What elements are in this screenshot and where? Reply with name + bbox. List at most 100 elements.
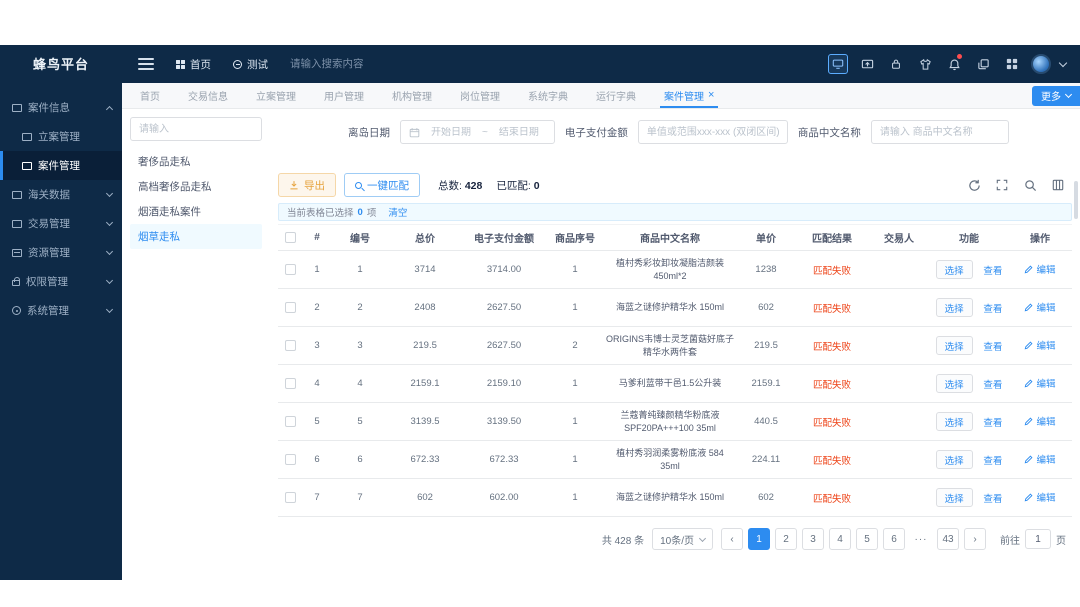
view-link[interactable]: 查看 xyxy=(983,301,1002,315)
page-button[interactable]: 1 xyxy=(748,528,770,550)
select-button[interactable]: 选择 xyxy=(935,488,973,507)
edit-link[interactable]: 编辑 xyxy=(1024,376,1056,390)
page-button[interactable]: 4 xyxy=(829,528,851,550)
theme-shirt-icon[interactable] xyxy=(915,54,935,74)
cell-total-price: 672.33 xyxy=(410,454,440,465)
sidebar-item[interactable]: 海关数据 xyxy=(0,180,122,209)
tab[interactable]: 系统字典 × xyxy=(514,83,582,108)
nav-test[interactable]: 测试 xyxy=(233,57,268,72)
page-button[interactable]: 5 xyxy=(856,528,878,550)
sidebar-item[interactable]: 立案管理 xyxy=(0,122,122,151)
column-settings-button[interactable] xyxy=(1050,177,1066,193)
category-item[interactable]: 烟酒走私案件 xyxy=(130,199,262,224)
chevron-down-icon[interactable] xyxy=(1058,58,1068,67)
view-link[interactable]: 查看 xyxy=(983,339,1002,353)
select-button[interactable]: 选择 xyxy=(935,260,973,279)
select-button[interactable]: 选择 xyxy=(935,336,973,355)
tab[interactable]: 岗位管理 × xyxy=(446,83,514,108)
export-button[interactable]: 导出 xyxy=(278,173,336,197)
edit-link[interactable]: 编辑 xyxy=(1024,300,1056,314)
view-link[interactable]: 查看 xyxy=(983,453,1002,467)
sidebar-item[interactable]: 案件管理 xyxy=(0,151,122,180)
row-checkbox[interactable] xyxy=(284,415,296,427)
row-checkbox[interactable] xyxy=(284,339,296,351)
pay-amount-input[interactable] xyxy=(637,120,788,144)
sidebar-item[interactable]: 系统管理 xyxy=(0,296,122,325)
page-button[interactable]: 3 xyxy=(802,528,824,550)
tab[interactable]: 案件管理 × xyxy=(650,83,728,108)
row-checkbox[interactable] xyxy=(284,377,296,389)
category-item[interactable]: 烟草走私 xyxy=(130,224,262,249)
tab[interactable]: 机构管理 × xyxy=(378,83,446,108)
product-name-input[interactable] xyxy=(870,120,1009,144)
end-date-input[interactable] xyxy=(491,126,546,138)
tab[interactable]: 用户管理 × xyxy=(310,83,378,108)
apps-grid-icon[interactable] xyxy=(1002,54,1022,74)
view-link[interactable]: 查看 xyxy=(983,415,1002,429)
layers-icon[interactable] xyxy=(973,54,993,74)
select-button[interactable]: 选择 xyxy=(935,374,973,393)
tab-label: 交易信息 xyxy=(188,92,228,103)
tab[interactable]: 运行字典 × xyxy=(582,83,650,108)
monitor-icon[interactable] xyxy=(828,54,848,74)
screen-share-icon[interactable] xyxy=(857,54,877,74)
monitor-icon xyxy=(12,219,22,228)
view-link[interactable]: 查看 xyxy=(983,491,1002,505)
select-button[interactable]: 选择 xyxy=(935,450,973,469)
one-click-match-button[interactable]: 一键匹配 xyxy=(344,173,420,197)
select-all-checkbox[interactable] xyxy=(284,231,296,243)
edit-link[interactable]: 编辑 xyxy=(1024,338,1056,352)
clear-selection-link[interactable]: 清空 xyxy=(388,205,407,219)
bell-icon[interactable] xyxy=(944,54,964,74)
category-item[interactable]: 高档奢侈品走私 xyxy=(130,174,262,199)
table-search-button[interactable] xyxy=(1022,177,1038,193)
nav-home-label: 首页 xyxy=(190,58,211,71)
sidebar-item[interactable]: 资源管理 xyxy=(0,238,122,267)
select-button[interactable]: 选择 xyxy=(935,412,973,431)
total-count: 428 xyxy=(464,179,483,192)
nav-home[interactable]: 首页 xyxy=(176,57,211,72)
row-checkbox[interactable] xyxy=(284,263,296,275)
more-button[interactable]: 更多 xyxy=(1032,85,1080,106)
cell-pay-amount: 672.33 xyxy=(489,454,519,465)
page-button[interactable]: ··· xyxy=(910,528,932,550)
start-date-input[interactable] xyxy=(424,126,478,138)
tab[interactable]: 交易信息 × xyxy=(174,83,242,108)
close-icon[interactable]: × xyxy=(708,90,714,101)
view-link[interactable]: 查看 xyxy=(983,263,1002,277)
edit-link[interactable]: 编辑 xyxy=(1024,490,1056,504)
page-button[interactable]: ‹ xyxy=(721,528,743,550)
row-checkbox[interactable] xyxy=(284,491,296,503)
refresh-button[interactable] xyxy=(966,177,982,193)
category-item[interactable]: 奢侈品走私 xyxy=(130,149,262,174)
sidebar-item[interactable]: 交易管理 xyxy=(0,209,122,238)
scrollbar-thumb[interactable] xyxy=(1074,181,1078,219)
row-checkbox[interactable] xyxy=(284,453,296,465)
edit-link[interactable]: 编辑 xyxy=(1024,452,1056,466)
select-button[interactable]: 选择 xyxy=(935,298,973,317)
jump-page-input[interactable] xyxy=(1025,529,1051,549)
date-range-picker[interactable]: ~ xyxy=(400,120,555,144)
view-link[interactable]: 查看 xyxy=(983,377,1002,391)
tab[interactable]: 首页 × xyxy=(126,83,174,108)
global-search-input[interactable] xyxy=(290,58,450,70)
sidebar-item[interactable]: 案件信息 xyxy=(0,93,122,122)
page-size-select[interactable]: 10条/页 xyxy=(652,528,713,550)
page-button[interactable]: 2 xyxy=(775,528,797,550)
cell-index: 4 xyxy=(314,378,320,389)
avatar[interactable] xyxy=(1031,54,1051,74)
sidebar-item-label: 案件管理 xyxy=(38,160,80,172)
hamburger-menu-icon[interactable] xyxy=(138,58,154,70)
fullscreen-button[interactable] xyxy=(994,177,1010,193)
page-button[interactable]: 43 xyxy=(937,528,959,550)
row-checkbox[interactable] xyxy=(284,301,296,313)
lock-icon[interactable] xyxy=(886,54,906,74)
edit-link[interactable]: 编辑 xyxy=(1024,414,1056,428)
sidebar-item[interactable]: 权限管理 xyxy=(0,267,122,296)
edit-link[interactable]: 编辑 xyxy=(1024,262,1056,276)
page-button[interactable]: › xyxy=(964,528,986,550)
page-button[interactable]: 6 xyxy=(883,528,905,550)
category-search-input[interactable] xyxy=(130,117,262,141)
refresh-icon xyxy=(968,179,980,191)
tab[interactable]: 立案管理 × xyxy=(242,83,310,108)
